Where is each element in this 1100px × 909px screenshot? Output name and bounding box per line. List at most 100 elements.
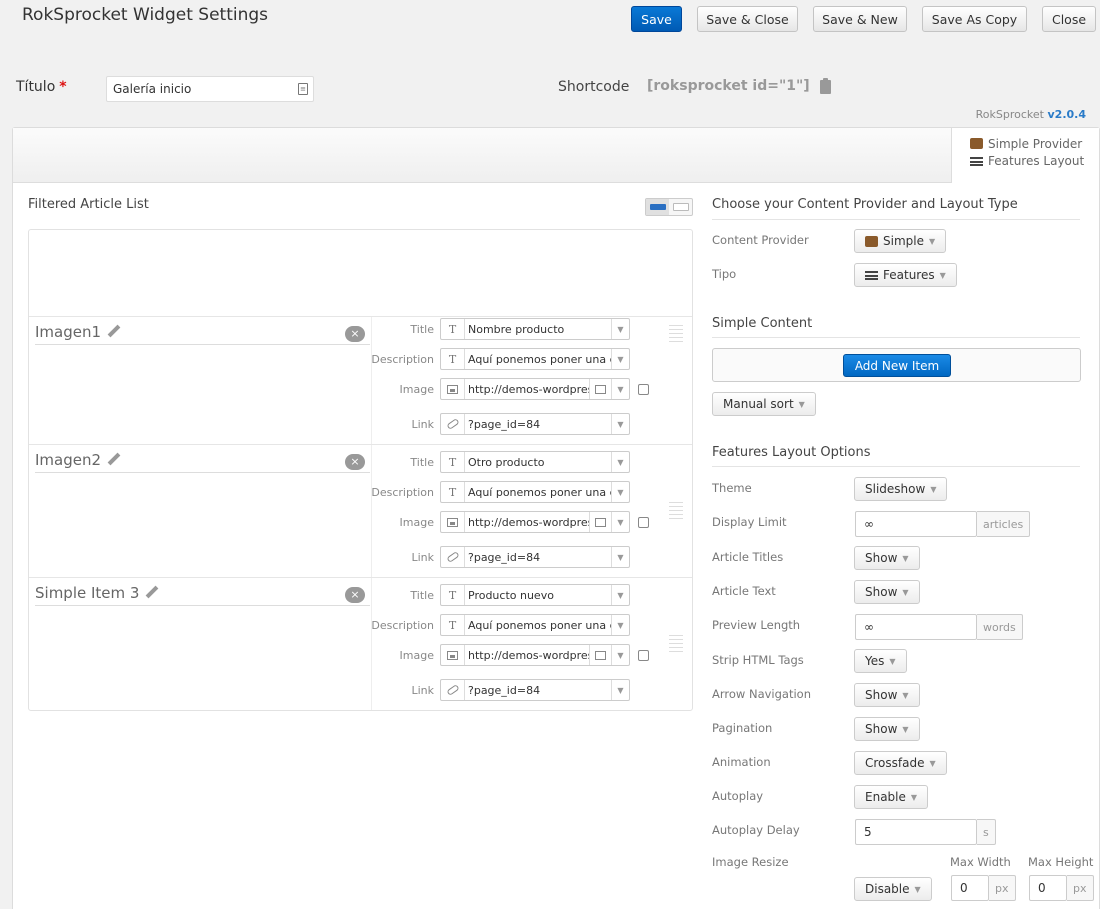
compact-view-icon [672,203,689,211]
arrow-navigation-dropdown[interactable]: Show ▼ [854,683,920,707]
link-field[interactable]: ?page_id=84 ▼ [440,546,630,568]
titulo-input-value: Galería inicio [113,82,192,96]
simple-provider-icon [865,235,878,247]
pencil-icon[interactable] [145,586,158,599]
item-name[interactable]: Simple Item 3 [35,584,370,606]
features-layout-icon [970,157,983,166]
preview-length-input[interactable]: ∞ [855,614,977,640]
description-field[interactable]: T Aquí ponemos poner una c ▼ [440,614,630,636]
link-field[interactable]: ?page_id=84 ▼ [440,679,630,701]
chevron-down-icon[interactable]: ▼ [611,585,629,605]
item-name[interactable]: Imagen1 [35,323,370,345]
title-field[interactable]: T Otro producto ▼ [440,451,630,473]
edit-icon[interactable] [638,650,649,661]
clipboard-icon[interactable] [820,78,831,94]
content-provider-dropdown[interactable]: Simple ▼ [854,229,947,253]
chevron-down-icon[interactable]: ▼ [611,547,629,567]
edit-icon[interactable] [638,384,649,395]
remove-item-button[interactable]: × [345,454,365,470]
theme-dropdown[interactable]: Slideshow ▼ [854,477,948,501]
display-limit-input[interactable]: ∞ [855,511,977,537]
strip-html-dropdown[interactable]: Yes ▼ [854,649,907,673]
drag-handle[interactable] [669,502,683,520]
remove-item-button[interactable]: × [345,326,365,342]
article-titles-dropdown[interactable]: Show ▼ [854,546,920,570]
wide-view-button[interactable] [646,199,669,215]
article-titles-value: Show [865,551,898,565]
description-field[interactable]: T Aquí ponemos poner una c ▼ [440,348,630,370]
chevron-down-icon[interactable]: ▼ [611,512,629,532]
image-resize-label: Image Resize [712,855,789,869]
max-height-input[interactable]: 0 [1029,875,1067,901]
text-icon: T [441,349,465,369]
titulo-input[interactable]: Galería inicio ≡ [106,76,314,102]
tipo-dropdown[interactable]: Features ▼ [854,263,957,287]
layout-summary-item: Features Layout [970,153,1099,170]
description-field[interactable]: T Aquí ponemos poner una c ▼ [440,481,630,503]
drag-handle[interactable] [669,325,683,343]
save-new-button[interactable]: Save & New [813,6,907,32]
max-height-label: Max Height [1028,855,1094,869]
chevron-down-icon[interactable]: ▼ [611,319,629,339]
title-field[interactable]: T Nombre producto ▼ [440,318,630,340]
view-toggle[interactable] [645,198,693,216]
title-field[interactable]: T Producto nuevo ▼ [440,584,630,606]
item-name[interactable]: Imagen2 [35,451,370,473]
version-link[interactable]: v2.0.4 [1048,108,1087,121]
section-divider [712,337,1080,338]
save-as-copy-button[interactable]: Save As Copy [922,6,1027,32]
chevron-down-icon: ▼ [914,884,921,894]
link-field-value: ?page_id=84 [468,550,541,564]
chevron-down-icon[interactable]: ▼ [611,379,629,399]
remove-item-button[interactable]: × [345,587,365,603]
text-icon: T [441,452,465,472]
image-field[interactable]: http://demos-wordpres ▼ [440,644,630,666]
chevron-down-icon[interactable]: ▼ [611,414,629,434]
chevron-down-icon[interactable]: ▼ [611,645,629,665]
link-field-label: Link [411,418,434,431]
display-limit-unit: articles [977,511,1031,537]
contact-card-icon: ≡ [298,83,308,95]
provider-summary: Simple Provider Features Layout [951,128,1099,183]
item-name-text: Simple Item 3 [35,584,140,602]
close-button[interactable]: Close [1042,6,1096,32]
media-picker-icon[interactable] [589,645,611,665]
sort-dropdown[interactable]: Manual sort ▼ [712,392,816,416]
media-picker-icon[interactable] [589,512,611,532]
pencil-icon[interactable] [107,325,120,338]
theme-label: Theme [712,481,752,495]
chevron-down-icon[interactable]: ▼ [611,680,629,700]
max-width-input[interactable]: 0 [951,875,989,901]
image-icon [441,512,465,532]
animation-dropdown[interactable]: Crossfade ▼ [854,751,947,775]
media-picker-icon[interactable] [589,379,611,399]
pencil-icon[interactable] [107,453,120,466]
image-field[interactable]: http://demos-wordpres ▼ [440,378,630,400]
autoplay-dropdown[interactable]: Enable ▼ [854,785,929,809]
chevron-down-icon: ▼ [902,690,909,700]
simple-provider-icon [970,138,983,149]
chevron-down-icon: ▼ [902,724,909,734]
save-button[interactable]: Save [631,6,682,32]
text-icon: T [441,615,465,635]
chevron-down-icon[interactable]: ▼ [611,615,629,635]
pagination-label: Pagination [712,721,773,735]
image-field[interactable]: http://demos-wordpres ▼ [440,511,630,533]
autoplay-delay-label: Autoplay Delay [712,823,800,837]
compact-view-button[interactable] [669,199,692,215]
chevron-down-icon[interactable]: ▼ [611,482,629,502]
list-item: Imagen1 × Title T Nombre producto ▼ Descri… [29,316,692,444]
add-new-item-button[interactable]: Add New Item [843,354,951,377]
chevron-down-icon[interactable]: ▼ [611,349,629,369]
link-field[interactable]: ?page_id=84 ▼ [440,413,630,435]
chevron-down-icon[interactable]: ▼ [611,452,629,472]
features-layout-icon [865,270,878,280]
autoplay-delay-input[interactable]: 5 [855,819,977,845]
image-resize-dropdown[interactable]: Disable ▼ [854,877,932,901]
pagination-dropdown[interactable]: Show ▼ [854,717,920,741]
article-text-dropdown[interactable]: Show ▼ [854,580,920,604]
autoplay-delay-unit: s [977,819,996,845]
save-close-button[interactable]: Save & Close [697,6,798,32]
drag-handle[interactable] [669,635,683,653]
edit-icon[interactable] [638,517,649,528]
